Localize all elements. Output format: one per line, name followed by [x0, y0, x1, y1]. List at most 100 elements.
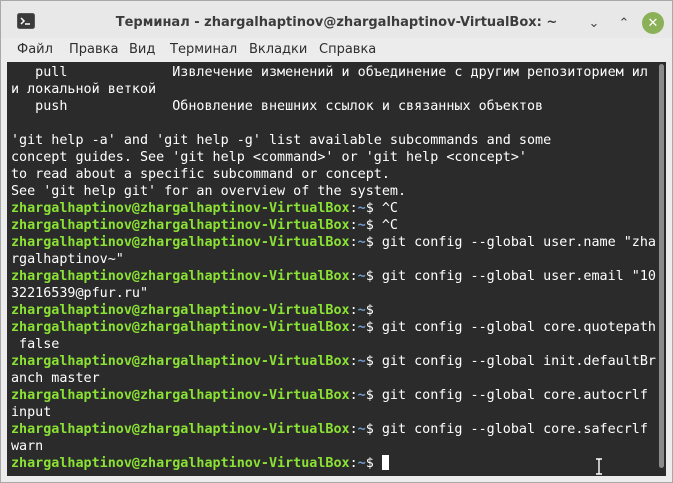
output-text: warn: [11, 439, 44, 454]
window-title: Терминал - zhargalhaptinov@zhargalhaptin…: [115, 15, 558, 30]
prompt-separator: :: [349, 354, 358, 369]
prompt-user-host: zhargalhaptinov@zhargalhaptinov-VirtualB…: [11, 303, 350, 318]
menu-bar: Файл Правка Вид Терминал Вкладки Справка: [1, 38, 672, 62]
command-text: git config --global core.autocrlf: [381, 388, 648, 403]
prompt-separator: :: [349, 201, 358, 216]
prompt-separator: :: [349, 218, 358, 233]
prompt-symbol: $: [365, 269, 382, 284]
prompt-separator: :: [349, 320, 358, 335]
prompt-path: ~: [357, 422, 366, 437]
command-text: git config --global user.email "10: [381, 269, 656, 284]
prompt-separator: :: [349, 422, 358, 437]
output-text: 32216539@pfur.ru": [11, 286, 149, 301]
terminal-prompt-line: zhargalhaptinov@zhargalhaptinov-VirtualB…: [11, 234, 656, 251]
menu-edit[interactable]: Правка: [69, 42, 118, 57]
terminal-output-line: rgalhaptinov~": [11, 251, 656, 268]
terminal-output-line: to read about a specific subcommand or c…: [11, 166, 656, 183]
scrollbar[interactable]: [657, 62, 666, 476]
terminal-prompt-line: zhargalhaptinov@zhargalhaptinov-VirtualB…: [11, 353, 656, 370]
terminal-prompt-line: zhargalhaptinov@zhargalhaptinov-VirtualB…: [11, 455, 656, 472]
command-text: git config --global core.quotepath: [381, 320, 656, 335]
terminal-output-line: warn: [11, 438, 656, 455]
prompt-path: ~: [357, 354, 366, 369]
menu-help[interactable]: Справка: [319, 42, 376, 57]
command-text: ^C: [381, 201, 398, 216]
prompt-symbol: $: [365, 235, 382, 250]
prompt-user-host: zhargalhaptinov@zhargalhaptinov-VirtualB…: [11, 201, 350, 216]
prompt-separator: :: [349, 235, 358, 250]
prompt-user-host: zhargalhaptinov@zhargalhaptinov-VirtualB…: [11, 456, 350, 471]
close-button[interactable]: ✕: [642, 12, 664, 34]
prompt-separator: :: [349, 456, 358, 471]
prompt-path: ~: [357, 320, 366, 335]
terminal-prompt-line: zhargalhaptinov@zhargalhaptinov-VirtualB…: [11, 302, 656, 319]
terminal-prompt-line: zhargalhaptinov@zhargalhaptinov-VirtualB…: [11, 217, 656, 234]
output-text: 'git help -a' and 'git help -g' list ava…: [11, 133, 552, 148]
output-text: rgalhaptinov~": [11, 252, 124, 267]
prompt-symbol: $: [365, 201, 382, 216]
prompt-symbol: $: [365, 354, 382, 369]
terminal-output-line: pull Извлечение изменений и объединение …: [11, 64, 656, 81]
output-text: See 'git help git' for an overview of th…: [11, 184, 407, 199]
output-text: false: [11, 337, 60, 352]
menu-tabs[interactable]: Вкладки: [249, 42, 307, 57]
prompt-separator: :: [349, 303, 358, 318]
terminal-output-line: concept guides. See 'git help <command>'…: [11, 149, 656, 166]
prompt-user-host: zhargalhaptinov@zhargalhaptinov-VirtualB…: [11, 388, 350, 403]
menu-view[interactable]: Вид: [129, 42, 155, 57]
prompt-symbol: $: [365, 456, 382, 471]
prompt-path: ~: [357, 235, 366, 250]
command-text: git config --global init.defaultBr: [381, 354, 656, 369]
terminal-prompt-line: zhargalhaptinov@zhargalhaptinov-VirtualB…: [11, 421, 656, 438]
terminal-prompt-line: zhargalhaptinov@zhargalhaptinov-VirtualB…: [11, 387, 656, 404]
mouse-ibeam-cursor-icon: [594, 458, 604, 475]
terminal-window: Терминал - zhargalhaptinov@zhargalhaptin…: [0, 0, 673, 483]
minimize-button[interactable]: ⌄: [583, 12, 605, 34]
prompt-path: ~: [357, 303, 366, 318]
prompt-path: ~: [357, 456, 366, 471]
command-text: git config --global core.safecrlf: [381, 422, 648, 437]
prompt-symbol: $: [365, 388, 382, 403]
terminal-prompt-line: zhargalhaptinov@zhargalhaptinov-VirtualB…: [11, 319, 656, 336]
prompt-path: ~: [357, 269, 366, 284]
terminal-prompt-line: zhargalhaptinov@zhargalhaptinov-VirtualB…: [11, 200, 656, 217]
prompt-user-host: zhargalhaptinov@zhargalhaptinov-VirtualB…: [11, 269, 350, 284]
prompt-user-host: zhargalhaptinov@zhargalhaptinov-VirtualB…: [11, 422, 350, 437]
output-text: to read about a specific subcommand or c…: [11, 167, 390, 182]
prompt-user-host: zhargalhaptinov@zhargalhaptinov-VirtualB…: [11, 320, 350, 335]
menu-file[interactable]: Файл: [17, 42, 53, 57]
prompt-symbol: $: [365, 303, 382, 318]
output-text: push Обновление внешних ссылок и связанн…: [11, 99, 544, 114]
terminal-output[interactable]: pull Извлечение изменений и объединение …: [11, 64, 656, 472]
terminal-prompt-line: zhargalhaptinov@zhargalhaptinov-VirtualB…: [11, 268, 656, 285]
command-text: git config --global user.name "zha: [381, 235, 656, 250]
terminal-output-line: See 'git help git' for an overview of th…: [11, 183, 656, 200]
title-bar[interactable]: Терминал - zhargalhaptinov@zhargalhaptin…: [1, 1, 672, 38]
output-text: anch master: [11, 371, 100, 386]
prompt-symbol: $: [365, 218, 382, 233]
terminal-output-line: false: [11, 336, 656, 353]
command-text: ^C: [381, 218, 398, 233]
prompt-user-host: zhargalhaptinov@zhargalhaptinov-VirtualB…: [11, 235, 350, 250]
prompt-user-host: zhargalhaptinov@zhargalhaptinov-VirtualB…: [11, 218, 350, 233]
output-text: input: [11, 405, 52, 420]
text-cursor: [381, 455, 389, 470]
prompt-symbol: $: [365, 422, 382, 437]
scrollbar-thumb[interactable]: [659, 64, 664, 468]
maximize-button[interactable]: ⌃: [613, 12, 635, 34]
menu-terminal[interactable]: Терминал: [170, 42, 237, 57]
prompt-symbol: $: [365, 320, 382, 335]
prompt-path: ~: [357, 388, 366, 403]
prompt-user-host: zhargalhaptinov@zhargalhaptinov-VirtualB…: [11, 354, 350, 369]
prompt-separator: :: [349, 388, 358, 403]
output-text: pull Извлечение изменений и объединение …: [11, 65, 648, 80]
output-text: concept guides. See 'git help <command>'…: [11, 150, 527, 165]
terminal-output-line: и локальной веткой: [11, 81, 656, 98]
output-text: и локальной веткой: [11, 82, 157, 97]
terminal-output-line: 'git help -a' and 'git help -g' list ava…: [11, 132, 656, 149]
terminal-output-line: push Обновление внешних ссылок и связанн…: [11, 98, 656, 115]
terminal-output-line: 32216539@pfur.ru": [11, 285, 656, 302]
terminal-area[interactable]: pull Извлечение изменений и объединение …: [7, 62, 666, 476]
terminal-output-line: input: [11, 404, 656, 421]
